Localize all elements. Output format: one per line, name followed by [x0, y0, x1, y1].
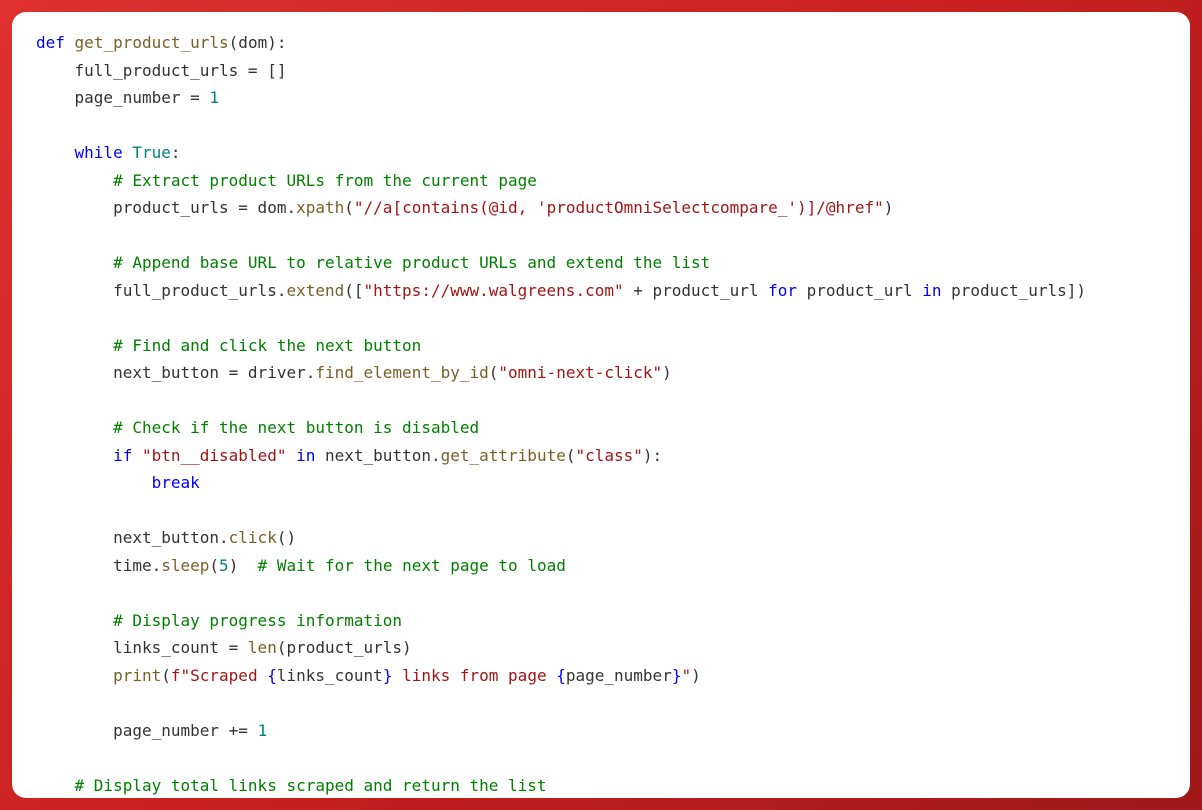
code-content: def get_product_urls(dom): full_product_… [36, 33, 1086, 798]
code-card: def get_product_urls(dom): full_product_… [12, 12, 1190, 798]
code-block[interactable]: def get_product_urls(dom): full_product_… [36, 30, 1166, 798]
